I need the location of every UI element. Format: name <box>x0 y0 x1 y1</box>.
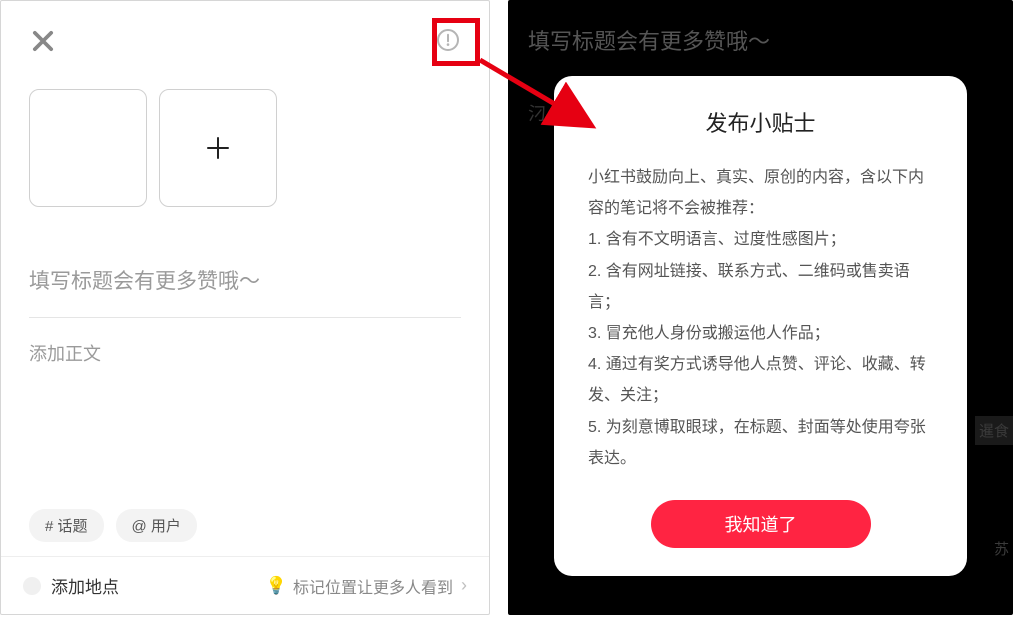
lightbulb-icon: 💡 <box>266 576 287 596</box>
title-input[interactable]: 填写标题会有更多赞哦～ <box>29 265 461 295</box>
compose-top-bar <box>29 27 461 69</box>
mention-user-chip[interactable]: @ 用户 <box>116 509 197 542</box>
add-location-label: 添加地点 <box>23 573 119 598</box>
plus-icon <box>203 133 233 163</box>
add-image-button[interactable] <box>159 89 277 207</box>
body-input[interactable]: 添加正文 <box>29 340 461 366</box>
location-hint-text: 标记位置让更多人看到 <box>293 574 453 598</box>
bg-title-text: 填写标题会有更多赞哦～ <box>528 24 770 56</box>
location-hint: 💡 标记位置让更多人看到 › <box>266 574 467 598</box>
tag-button-row: # 话题 @ 用户 <box>29 509 197 542</box>
modal-title: 发布小贴士 <box>588 106 933 138</box>
annotation-arrow <box>474 56 614 146</box>
add-location-text: 添加地点 <box>51 573 119 598</box>
modal-rule-2: 2. 含有网址链接、联系方式、二维码或售卖语言； <box>588 256 933 318</box>
modal-ok-button[interactable]: 我知道了 <box>651 500 871 548</box>
modal-rule-1: 1. 含有不文明语言、过度性感图片； <box>588 224 933 255</box>
image-row <box>29 89 461 207</box>
annotation-highlight-box <box>432 18 480 66</box>
chevron-right-icon: › <box>461 575 467 596</box>
compose-panel: 填写标题会有更多赞哦～ 添加正文 # 话题 @ 用户 添加地点 💡 标记位置让更… <box>0 0 490 615</box>
bg-side-text-1: 暹食 <box>975 416 1013 445</box>
topic-chip[interactable]: # 话题 <box>29 509 104 542</box>
close-icon[interactable] <box>29 27 57 55</box>
bg-side-text-2: 苏 <box>990 534 1013 563</box>
location-icon <box>23 577 41 595</box>
modal-rule-4: 4. 通过有奖方式诱导他人点赞、评论、收藏、转发、关注； <box>588 349 933 411</box>
modal-rule-5: 5. 为刻意博取眼球，在标题、封面等处使用夸张表达。 <box>588 412 933 474</box>
modal-intro: 小红书鼓励向上、真实、原创的内容，含以下内容的笔记将不会被推荐： <box>588 162 933 224</box>
modal-body: 小红书鼓励向上、真实、原创的内容，含以下内容的笔记将不会被推荐： 1. 含有不文… <box>588 162 933 474</box>
modal-rule-3: 3. 冒充他人身份或搬运他人作品； <box>588 318 933 349</box>
title-divider <box>29 317 461 318</box>
image-slot-1[interactable] <box>29 89 147 207</box>
publish-tips-modal: 发布小贴士 小红书鼓励向上、真实、原创的内容，含以下内容的笔记将不会被推荐： 1… <box>554 76 967 576</box>
location-row[interactable]: 添加地点 💡 标记位置让更多人看到 › <box>1 556 489 614</box>
